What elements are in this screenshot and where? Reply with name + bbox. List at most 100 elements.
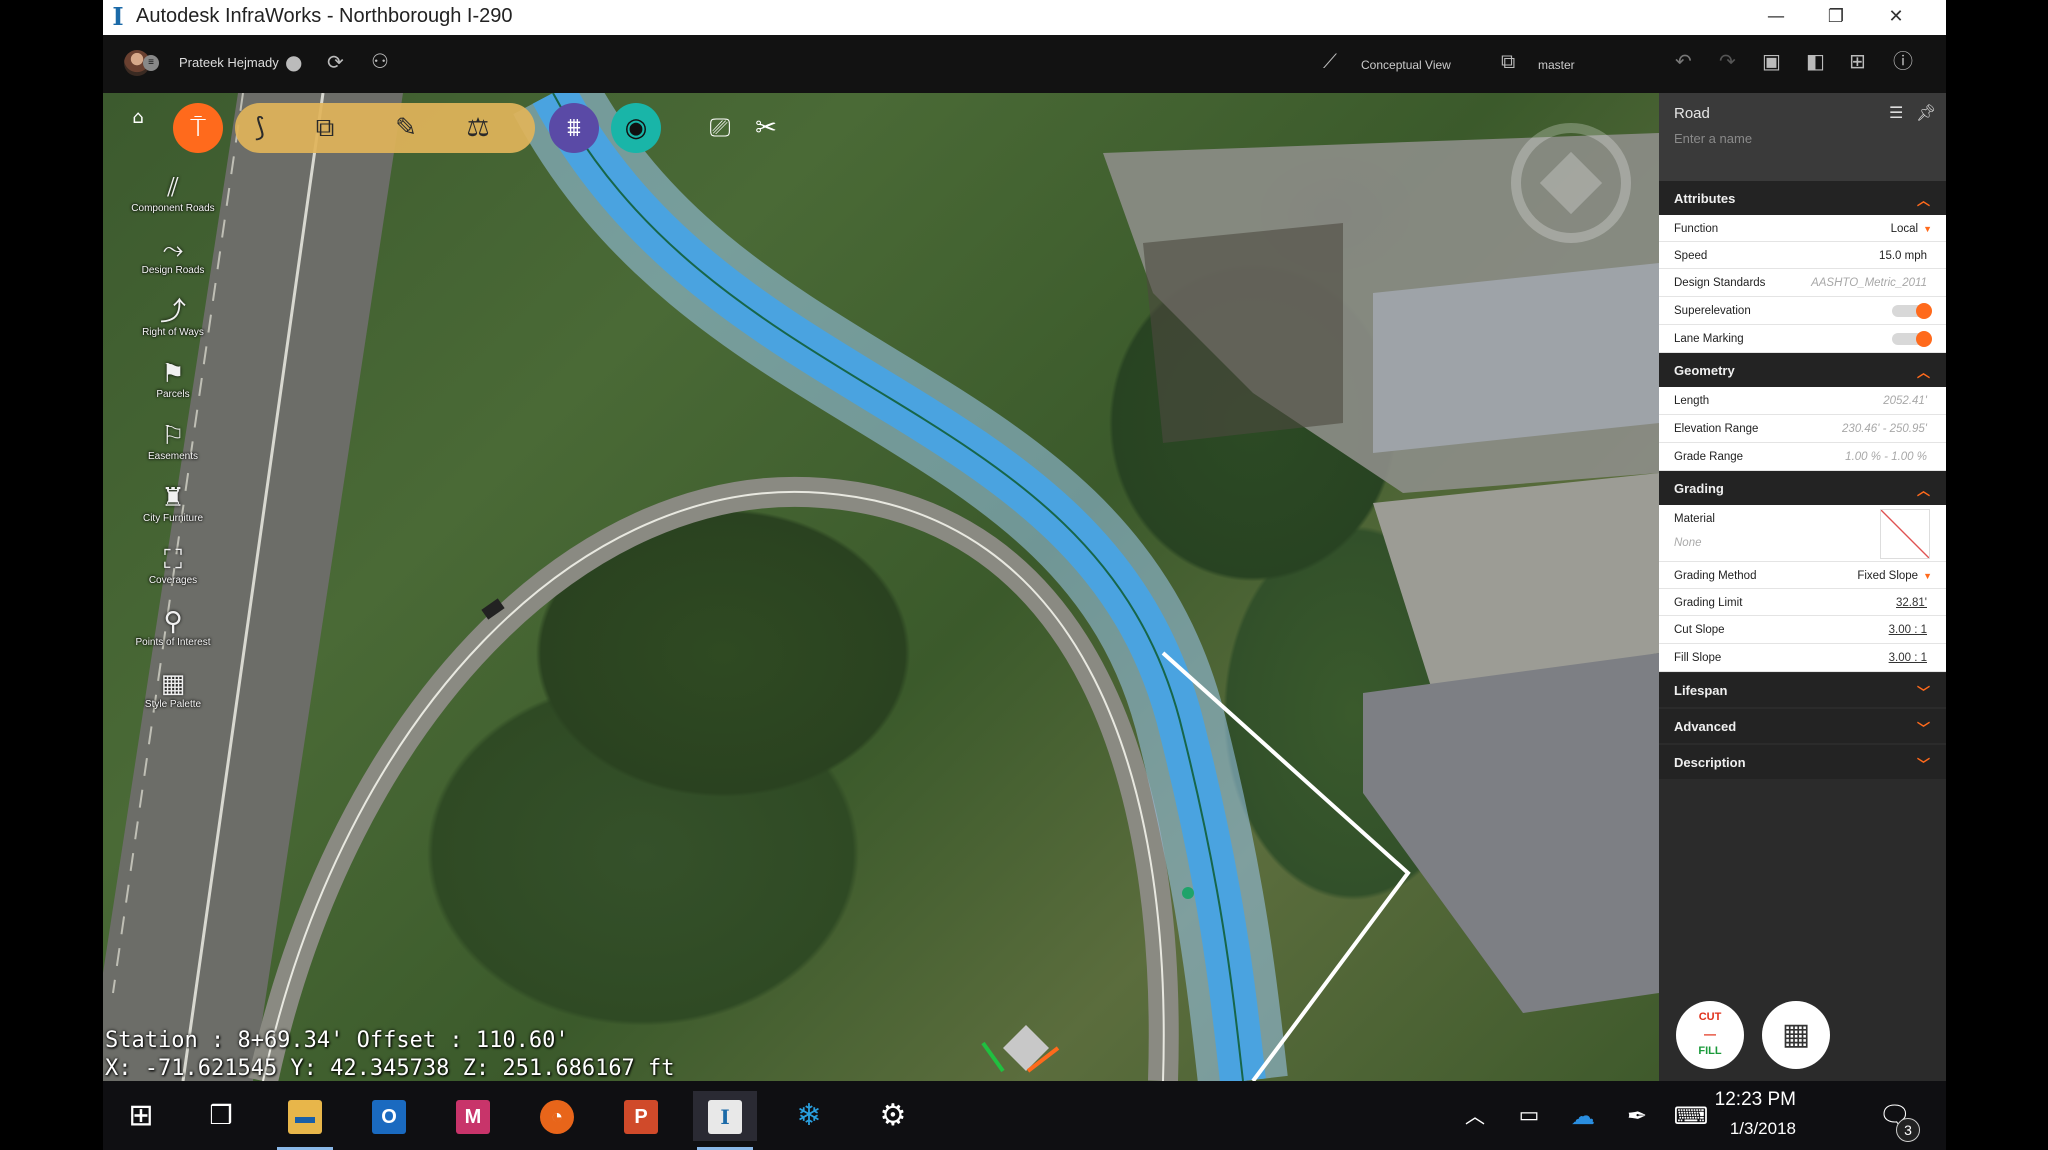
home-view-icon[interactable]: ⌂ (123, 103, 153, 133)
speed-row[interactable]: Speed 15.0 mph (1659, 242, 1946, 269)
menu-icon[interactable]: ☰ (1889, 103, 1903, 122)
material-swatch[interactable] (1880, 509, 1930, 559)
grading-section-header[interactable]: Grading ︿ (1659, 471, 1946, 505)
layout-icon[interactable]: ⊞ (1849, 50, 1866, 72)
undo-icon[interactable]: ↶ (1675, 50, 1692, 72)
panels-icon[interactable]: ◧ (1806, 50, 1825, 72)
field-label: Fill Slope (1674, 652, 1722, 664)
restore-button[interactable]: ❐ (1806, 0, 1866, 35)
help-icon[interactable]: ⓘ (1893, 50, 1913, 72)
easements-tool[interactable]: ⚐ Easements (118, 421, 228, 481)
grading-limit-row[interactable]: Grading Limit 32.81' (1659, 589, 1946, 616)
notification-count-badge: 3 (1896, 1118, 1920, 1142)
bridge-icon[interactable]: ⩩ (549, 103, 599, 153)
parcels-tool[interactable]: ⚑ Parcels (118, 359, 228, 419)
settings-gear-icon[interactable]: ⚙ (861, 1091, 925, 1141)
function-value: Local (1890, 223, 1919, 235)
component-roads-tool[interactable]: ⫽ Component Roads (118, 173, 228, 233)
ramp-road (248, 476, 1179, 1081)
collaborate-user-icon[interactable]: ⚇ (371, 50, 389, 72)
task-view-icon[interactable]: ❒ (189, 1091, 253, 1141)
app-m-icon[interactable]: M (441, 1091, 505, 1141)
style-palette-tool[interactable]: ▦ Style Palette (118, 669, 228, 729)
settings-tools-icon[interactable]: ✂ (741, 103, 791, 153)
lifespan-section-header[interactable]: Lifespan ﹀ (1659, 673, 1946, 709)
function-row[interactable]: Function Local ▼ (1659, 215, 1946, 242)
drainage-icon[interactable]: ◉ (611, 103, 661, 153)
outlook-icon[interactable]: O (357, 1091, 421, 1141)
station-offset-readout: Station : 8+69.34' Offset : 110.60' (105, 1028, 569, 1053)
model-properties-icon[interactable]: ▣ (1762, 50, 1781, 72)
minimize-button[interactable]: — (1746, 0, 1806, 35)
grading-method-select[interactable]: Fixed Slope ▼ (1857, 570, 1932, 582)
aerial-map (103, 93, 1659, 1081)
view-mode-icon[interactable]: ⟋ (1323, 50, 1337, 72)
section-title: Advanced (1674, 719, 1737, 734)
lane-marking-toggle[interactable] (1892, 331, 1932, 347)
function-select[interactable]: Local ▼ (1891, 223, 1932, 235)
map-viewport[interactable]: ⌂ ⍑ ⟆ ⧉ ✎ ⚖ ⩩ ◉ ⎚ ✂ ⫽ Component Roads ⤳ … (103, 93, 1659, 1081)
superelevation-toggle[interactable] (1892, 303, 1932, 319)
intersection-icon[interactable]: ⧉ (300, 103, 350, 153)
sync-icon[interactable]: ⟳ (327, 51, 344, 73)
dropdown-arrow-icon: ▼ (1923, 571, 1932, 581)
close-button[interactable]: ✕ (1866, 0, 1926, 35)
cut-slope-row[interactable]: Cut Slope 3.00 : 1 (1659, 616, 1946, 644)
present-icon[interactable]: ⎚ (695, 103, 745, 153)
clock-time[interactable]: 12:23 PM (1715, 1089, 1796, 1111)
points-of-interest-tool[interactable]: ⚲ Points of Interest (118, 607, 228, 667)
calculator-icon[interactable]: ▦ (1762, 1001, 1830, 1069)
elevation-range-value: 230.46' - 250.95' (1842, 423, 1927, 435)
field-label: Grade Range (1674, 451, 1744, 463)
keyboard-icon[interactable]: ⌨ (1659, 1091, 1723, 1141)
speed-value[interactable]: 15.0 mph (1879, 250, 1927, 262)
powerpoint-icon[interactable]: P (609, 1091, 673, 1141)
fill-slope-row[interactable]: Fill Slope 3.00 : 1 (1659, 644, 1946, 672)
create-tool-icon[interactable]: ⍑ (173, 103, 223, 153)
snowflake-app-icon[interactable]: ❄ (777, 1091, 841, 1141)
analyze-scale-icon[interactable]: ⚖ (453, 103, 503, 153)
view-mode-label[interactable]: Conceptual View (1361, 58, 1451, 72)
grading-limit-value[interactable]: 32.81' (1896, 597, 1927, 609)
file-explorer-icon[interactable]: ▬ (273, 1091, 337, 1150)
user-name[interactable]: Prateek Hejmady (179, 55, 279, 70)
road-design-icon[interactable]: ⟆ (235, 103, 285, 153)
section-title: Grading (1674, 481, 1724, 496)
pin-icon[interactable]: 📌︎ (1916, 103, 1936, 122)
attributes-section-header[interactable]: Attributes ︿ (1659, 181, 1946, 215)
description-section-header[interactable]: Description ﹀ (1659, 745, 1946, 779)
grading-method-row[interactable]: Grading Method Fixed Slope ▼ (1659, 562, 1946, 589)
city-furniture-tool[interactable]: ♜ City Furniture (118, 483, 228, 543)
grade-range-row: Grade Range 1.00 % - 1.00 % (1659, 443, 1946, 471)
account-menu-icon[interactable]: ≡ (143, 55, 159, 71)
right-of-ways-tool[interactable]: ⤴ Right of Ways (118, 297, 228, 357)
sketch-pencil-icon[interactable]: ✎ (381, 103, 431, 153)
cut-fill-button[interactable]: CUT — FILL (1676, 1001, 1744, 1069)
coverages-tool[interactable]: ⛶ Coverages (118, 545, 228, 605)
lane-marking-row: Lane Marking (1659, 325, 1946, 353)
redo-icon[interactable]: ↷ (1719, 50, 1736, 72)
title-bar: I Autodesk InfraWorks - Northborough I-2… (103, 0, 1946, 35)
branch-icon[interactable]: ⧉ (1501, 50, 1515, 72)
windows-start-icon[interactable]: ⊞ (109, 1091, 173, 1141)
cut-slope-value[interactable]: 3.00 : 1 (1889, 624, 1927, 636)
axis-gizmo (981, 1025, 1060, 1073)
infraworks-app-icon: I (112, 2, 124, 31)
window-title: Autodesk InfraWorks - Northborough I-290 (136, 5, 513, 27)
cut-label: CUT (1698, 1011, 1722, 1023)
design-standards-row[interactable]: Design Standards AASHTO_Metric_2011 (1659, 269, 1946, 297)
design-roads-tool[interactable]: ⤳ Design Roads (118, 235, 228, 295)
branch-label[interactable]: master (1538, 58, 1575, 72)
advanced-section-header[interactable]: Advanced ﹀ (1659, 709, 1946, 745)
infraworks-taskbar-icon[interactable]: I (693, 1091, 757, 1150)
firefox-icon[interactable]: ◔ (525, 1091, 589, 1141)
clock-date[interactable]: 1/3/2018 (1730, 1119, 1796, 1139)
status-dot-icon[interactable]: ● (285, 51, 302, 73)
fill-slope-value[interactable]: 3.00 : 1 (1889, 652, 1927, 664)
chevron-up-icon: ︿ (1916, 484, 1930, 499)
name-input[interactable]: Enter a name (1674, 131, 1752, 146)
material-row[interactable]: Material None (1659, 505, 1946, 562)
chevron-down-icon: ﹀ (1916, 722, 1930, 737)
tool-label: Parcels (156, 389, 190, 400)
geometry-section-header[interactable]: Geometry ︿ (1659, 353, 1946, 387)
